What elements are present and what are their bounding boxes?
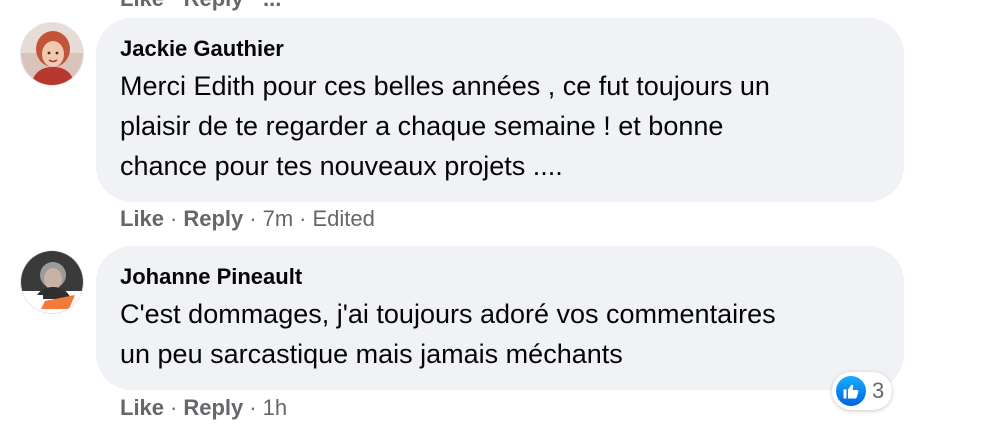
separator: · (249, 206, 257, 231)
comment-text: Merci Edith pour ces belles années , ce … (120, 66, 880, 186)
profile-photo-icon (21, 23, 83, 85)
like-button[interactable]: Like (120, 395, 164, 421)
avatar[interactable] (20, 250, 84, 314)
separator: · (249, 395, 257, 420)
reaction-count: 3 (872, 378, 885, 403)
comment-timestamp[interactable]: 1h (263, 395, 287, 421)
comment-text-line: C'est dommages, j'ai toujours adoré vos … (120, 299, 776, 329)
comment-actions: Like · Reply · 1h (120, 395, 287, 421)
previous-comment-actions: Like · Reply · ... (120, 0, 281, 12)
separator: · (299, 206, 307, 231)
comment-text: C'est dommages, j'ai toujours adoré vos … (120, 294, 880, 374)
separator: · (170, 395, 178, 420)
reply-button[interactable]: Reply (183, 206, 243, 232)
reaction-summary[interactable]: 3 (832, 372, 893, 410)
comment-actions: Like · Reply · 7m · Edited (120, 206, 375, 232)
edited-label[interactable]: Edited (313, 206, 375, 232)
profile-photo-icon (21, 251, 83, 313)
thumbs-up-icon (836, 376, 866, 406)
separator: · (170, 206, 178, 231)
avatar[interactable] (20, 22, 84, 86)
comment-text-line: Merci Edith pour ces belles années , ce … (120, 71, 770, 101)
comment-author[interactable]: Johanne Pineault (120, 262, 880, 292)
reply-button[interactable]: Reply (183, 395, 243, 421)
comment-bubble: Jackie Gauthier Merci Edith pour ces bel… (96, 18, 904, 202)
like-button[interactable]: Like (120, 206, 164, 232)
comment-author[interactable]: Jackie Gauthier (120, 34, 880, 64)
comment-text-line: un peu sarcastique mais jamais méchants (120, 339, 623, 369)
comment-timestamp[interactable]: 7m (263, 206, 294, 232)
comment-text-line: plaisir de te regarder a chaque semaine … (120, 111, 724, 141)
comment-text-line: chance pour tes nouveaux projets .... (120, 151, 563, 181)
comment-bubble: Johanne Pineault C'est dommages, j'ai to… (96, 246, 904, 390)
